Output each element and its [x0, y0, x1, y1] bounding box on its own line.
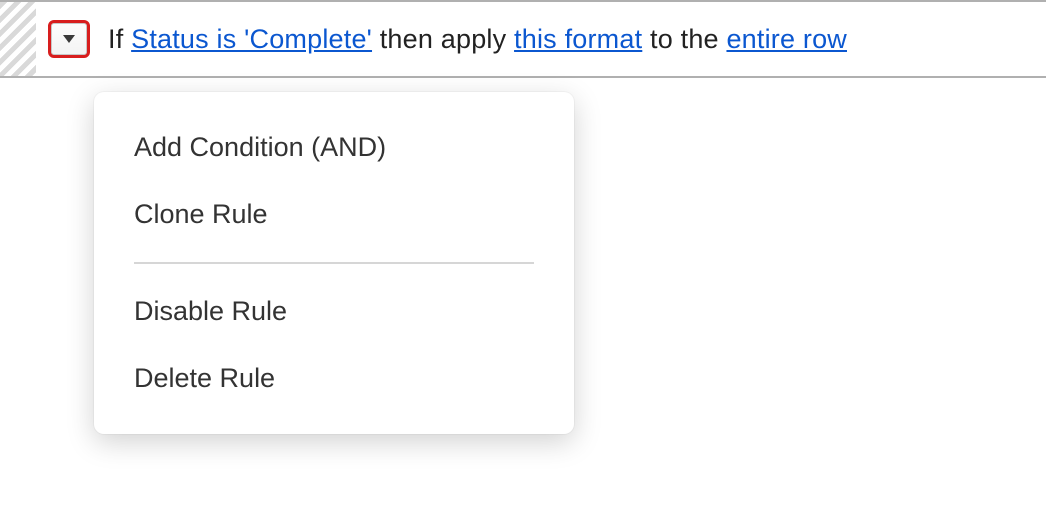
format-link[interactable]: this format: [514, 24, 642, 54]
rule-container: If Status is 'Complete' then apply this …: [0, 0, 1046, 78]
if-text: If: [108, 24, 131, 54]
caret-down-icon: [62, 32, 76, 47]
rule-dropdown-menu: Add Condition (AND) Clone Rule Disable R…: [94, 92, 574, 434]
scope-link[interactable]: entire row: [726, 24, 847, 54]
then-text: then apply: [372, 24, 514, 54]
rule-menu-trigger[interactable]: [48, 20, 90, 58]
rule-sentence: If Status is 'Complete' then apply this …: [108, 24, 847, 55]
to-text: to the: [642, 24, 726, 54]
menu-item-clone-rule[interactable]: Clone Rule: [94, 181, 574, 248]
menu-divider: [134, 262, 534, 264]
menu-item-delete-rule[interactable]: Delete Rule: [94, 345, 574, 412]
rule-row-content: If Status is 'Complete' then apply this …: [48, 20, 847, 58]
drag-handle[interactable]: [0, 2, 36, 76]
menu-item-add-condition[interactable]: Add Condition (AND): [94, 114, 574, 181]
condition-link[interactable]: Status is 'Complete': [131, 24, 372, 54]
menu-item-disable-rule[interactable]: Disable Rule: [94, 278, 574, 345]
rule-row: If Status is 'Complete' then apply this …: [0, 2, 1046, 76]
